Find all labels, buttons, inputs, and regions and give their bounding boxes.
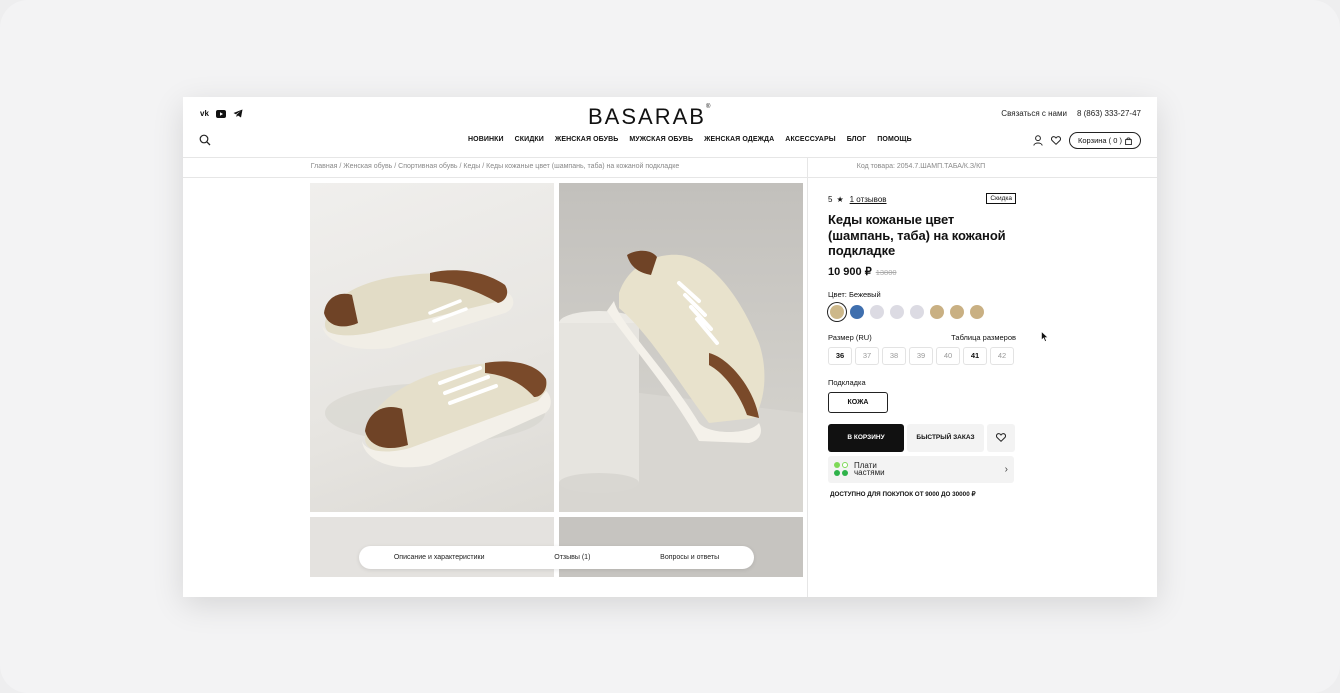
size-table-link[interactable]: Таблица размеров bbox=[951, 333, 1016, 342]
size-label: Размер (RU) bbox=[828, 332, 872, 342]
color-swatch[interactable] bbox=[830, 304, 844, 319]
size-option[interactable]: 38 bbox=[882, 346, 906, 365]
telegram-icon[interactable] bbox=[233, 108, 243, 119]
current-price: 10 900 ₽ bbox=[828, 265, 872, 278]
site-logo[interactable]: BASARAB® bbox=[588, 104, 712, 130]
user-tools: Корзина ( 0 ) bbox=[1033, 132, 1141, 149]
nav-item-men-shoes[interactable]: МУЖСКАЯ ОБУВЬ bbox=[629, 136, 693, 143]
color-swatch[interactable] bbox=[910, 304, 924, 319]
size-option[interactable]: 37 bbox=[855, 346, 879, 365]
bag-icon bbox=[1125, 136, 1132, 145]
header-divider bbox=[183, 157, 1157, 158]
mouse-cursor-icon bbox=[1041, 331, 1049, 342]
size-options: 36 37 38 39 40 41 42 bbox=[828, 346, 1016, 365]
product-photo-2[interactable] bbox=[559, 183, 803, 512]
star-icon: ★ bbox=[836, 194, 844, 204]
purchase-actions: В КОРЗИНУ БЫСТРЫЙ ЗАКАЗ bbox=[828, 423, 1016, 452]
heart-icon[interactable] bbox=[1051, 136, 1061, 145]
nav-item-new[interactable]: НОВИНКИ bbox=[468, 136, 504, 143]
color-swatch[interactable] bbox=[870, 304, 884, 319]
color-swatch[interactable] bbox=[970, 304, 984, 319]
nav-item-women-shoes[interactable]: ЖЕНСКАЯ ОБУВЬ bbox=[555, 136, 618, 143]
split-title: Плати частями bbox=[854, 460, 885, 477]
cart-button[interactable]: Корзина ( 0 ) bbox=[1069, 132, 1141, 149]
nav-item-accessories[interactable]: АКСЕССУАРЫ bbox=[785, 136, 835, 143]
sneakers-pair-image bbox=[322, 270, 551, 468]
lining-option[interactable]: КОЖА bbox=[828, 391, 888, 413]
reviews-link[interactable]: 1 отзывов bbox=[850, 195, 887, 204]
contact-link[interactable]: Связаться с нами bbox=[1001, 109, 1067, 118]
product-photo-1[interactable] bbox=[310, 183, 554, 512]
size-option[interactable]: 41 bbox=[963, 346, 987, 365]
user-icon[interactable] bbox=[1033, 135, 1043, 146]
breadcrumb[interactable]: Главная / Женская обувь / Спортивная обу… bbox=[183, 163, 807, 170]
breadcrumb-divider bbox=[183, 177, 1157, 178]
phone-number[interactable]: 8 (863) 333-27-47 bbox=[1077, 109, 1141, 118]
product-title: Кеды кожаные цвет (шампань, таба) на кож… bbox=[828, 212, 1006, 258]
sneaker-on-pedestal-image bbox=[559, 250, 803, 512]
favorite-button[interactable] bbox=[987, 423, 1015, 452]
nav-item-help[interactable]: ПОМОЩЬ bbox=[877, 136, 912, 143]
cart-label: Корзина ( 0 ) bbox=[1078, 136, 1122, 145]
size-option[interactable]: 36 bbox=[828, 346, 852, 365]
split-logo-icon bbox=[834, 462, 848, 476]
color-swatch[interactable] bbox=[850, 304, 864, 319]
lining-label: Подкладка bbox=[828, 377, 866, 387]
main-nav: НОВИНКИ СКИДКИ ЖЕНСКАЯ ОБУВЬ МУЖСКАЯ ОБУ… bbox=[468, 136, 912, 143]
header-contact: Связаться с нами 8 (863) 333-27-47 bbox=[1001, 109, 1141, 118]
heart-icon bbox=[996, 433, 1006, 442]
browser-page: vk BASARAB® Связаться с нами 8 (863) 333… bbox=[183, 97, 1157, 597]
size-header: Размер (RU) Таблица размеров bbox=[828, 333, 1016, 342]
youtube-icon[interactable] bbox=[215, 108, 226, 119]
discount-badge: Скидка bbox=[986, 193, 1016, 204]
rating-value: 5 bbox=[828, 194, 833, 204]
search-icon[interactable] bbox=[199, 134, 211, 146]
nav-item-women-clothes[interactable]: ЖЕНСКАЯ ОДЕЖДА bbox=[704, 136, 774, 143]
tab-description[interactable]: Описание и характеристики bbox=[394, 554, 485, 561]
size-option[interactable]: 42 bbox=[990, 346, 1014, 365]
site-header: vk BASARAB® Связаться с нами 8 (863) 333… bbox=[183, 97, 1157, 157]
vk-icon[interactable]: vk bbox=[200, 108, 209, 119]
color-swatch[interactable] bbox=[930, 304, 944, 319]
color-swatch[interactable] bbox=[950, 304, 964, 319]
size-option[interactable]: 40 bbox=[936, 346, 960, 365]
product-panel: 5 ★ 1 отзывов Скидка Кеды кожаные цвет (… bbox=[828, 193, 1016, 498]
color-label: Цвет: Бежевый bbox=[828, 289, 881, 299]
tab-questions[interactable]: Вопросы и ответы bbox=[660, 554, 719, 561]
nav-item-blog[interactable]: БЛОГ bbox=[847, 136, 867, 143]
product-sku: Код товара: 2054.7.ШАМП.ТАБА/К.З/КП bbox=[856, 163, 986, 170]
social-links: vk bbox=[200, 108, 243, 119]
old-price: 13800 bbox=[875, 267, 897, 277]
chevron-right-icon: › bbox=[1004, 463, 1008, 475]
split-availability-note: ДОСТУПНО ДЛЯ ПОКУПОК ОТ 9000 ДО 30000 ₽ bbox=[830, 490, 976, 498]
panel-divider bbox=[807, 157, 808, 597]
add-to-cart-button[interactable]: В КОРЗИНУ bbox=[828, 423, 904, 452]
color-swatches bbox=[828, 304, 1016, 319]
nav-item-sale[interactable]: СКИДКИ bbox=[515, 136, 544, 143]
split-payment-banner[interactable]: Плати частями › bbox=[828, 455, 1014, 483]
tab-reviews[interactable]: Отзывы (1) bbox=[554, 554, 590, 561]
price-row: 10 900 ₽ 13800 bbox=[828, 265, 1016, 278]
quick-order-button[interactable]: БЫСТРЫЙ ЗАКАЗ bbox=[907, 423, 984, 452]
color-swatch[interactable] bbox=[890, 304, 904, 319]
size-option[interactable]: 39 bbox=[909, 346, 933, 365]
product-tabs: Описание и характеристики Отзывы (1) Воп… bbox=[359, 546, 754, 569]
